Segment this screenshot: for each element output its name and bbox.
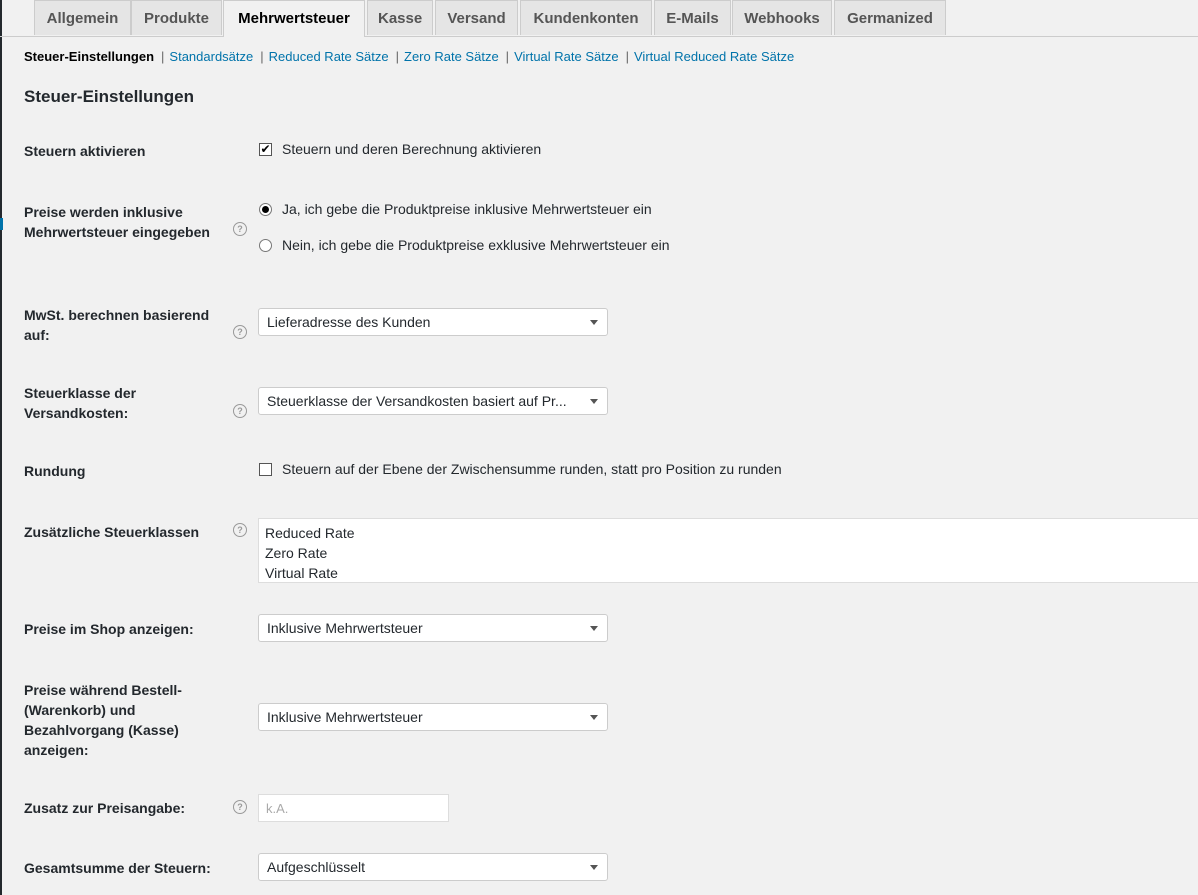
chevron-down-icon (590, 715, 598, 720)
help-icon[interactable]: ? (233, 222, 247, 236)
radio-prices-incl-label[interactable]: Ja, ich gebe die Produktpreise inklusive… (282, 201, 652, 217)
select-value: Lieferadresse des Kunden (267, 314, 431, 330)
subnav-separator: | (395, 49, 400, 64)
select-value: Aufgeschlüsselt (267, 859, 366, 875)
label-line: Preise während Bestell- (24, 682, 182, 698)
checkmark-icon: ✔ (260, 142, 271, 156)
label-line: MwSt. berechnen basierend (24, 307, 210, 323)
shipping-tax-class-label: Steuerklasse der Versandkosten: (24, 383, 136, 423)
price-suffix-label: Zusatz zur Preisangabe: (24, 800, 186, 816)
tab-germanized[interactable]: Germanized (834, 0, 946, 35)
help-icon[interactable]: ? (233, 325, 247, 339)
subnav-standard-rates[interactable]: Standardsätze (169, 49, 253, 64)
shipping-tax-class-select[interactable]: Steuerklasse der Versandkosten basiert a… (258, 387, 608, 415)
tax-total-display-label: Gesamtsumme der Steuern: (24, 860, 211, 876)
rounding-checkbox-label[interactable]: Steuern auf der Ebene der Zwischensumme … (282, 461, 782, 477)
tab-mehrwertsteuer[interactable]: Mehrwertsteuer (223, 0, 365, 37)
subnav-reduced-rates[interactable]: Reduced Rate Sätze (269, 49, 389, 64)
tax-based-on-label: MwSt. berechnen basierend auf: (24, 305, 209, 345)
label-line: Mehrwertsteuer eingegeben (24, 224, 210, 240)
subnav-current: Steuer-Einstellungen (24, 49, 155, 64)
chevron-down-icon (590, 865, 598, 870)
enable-taxes-checkbox[interactable]: ✔ (259, 143, 272, 156)
label-line: Steuerklasse der (24, 385, 137, 401)
label-line: anzeigen: (24, 742, 89, 758)
select-value: Steuerklasse der Versandkosten basiert a… (267, 393, 567, 409)
subnav-separator: | (260, 49, 264, 64)
subnav-zero-rates[interactable]: Zero Rate Sätze (404, 49, 499, 64)
display-shop-select[interactable]: Inklusive Mehrwertsteuer (258, 614, 608, 642)
tax-total-display-select[interactable]: Aufgeschlüsselt (258, 853, 608, 881)
tab-webhooks[interactable]: Webhooks (732, 0, 832, 35)
enable-taxes-checkbox-label[interactable]: Steuern und deren Berechnung aktivieren (282, 141, 541, 157)
help-icon[interactable]: ? (233, 404, 247, 418)
subnav-separator: | (505, 49, 510, 64)
tab-kasse[interactable]: Kasse (367, 0, 433, 35)
chevron-down-icon (590, 626, 598, 631)
select-value: Inklusive Mehrwertsteuer (267, 709, 423, 725)
help-icon[interactable]: ? (233, 523, 247, 537)
label-line: Versandkosten: (24, 405, 129, 421)
tab-allgemein[interactable]: Allgemein (34, 0, 131, 35)
display-cart-label: Preise während Bestell- (Warenkorb) und … (24, 680, 182, 760)
display-cart-select[interactable]: Inklusive Mehrwertsteuer (258, 703, 608, 731)
tab-versand[interactable]: Versand (435, 0, 518, 35)
subnav-virtual-rates[interactable]: Virtual Rate Sätze (514, 49, 619, 64)
enable-taxes-label: Steuern aktivieren (24, 143, 146, 159)
tab-produkte[interactable]: Produkte (131, 0, 222, 35)
label-line: (Warenkorb) und (24, 702, 136, 718)
select-value: Inklusive Mehrwertsteuer (267, 620, 423, 636)
prices-include-tax-label: Preise werden inklusive Mehrwertsteuer e… (24, 202, 210, 242)
settings-tabs: Allgemein Produkte Mehrwertsteuer Kasse … (0, 0, 1198, 37)
radio-prices-excl[interactable] (259, 239, 272, 252)
list-item: Virtual Rate (265, 565, 338, 581)
admin-sidebar-edge (0, 0, 2, 895)
additional-tax-classes-label: Zusätzliche Steuerklassen (24, 524, 200, 540)
admin-sidebar-marker (0, 218, 3, 230)
additional-tax-classes-textarea[interactable]: Reduced Rate Zero Rate Virtual Rate (258, 518, 1198, 583)
subnav-separator: | (625, 49, 629, 64)
tab-emails[interactable]: E-Mails (654, 0, 731, 35)
section-title: Steuer-Einstellungen (24, 87, 195, 106)
label-line: Bezahlvorgang (Kasse) (24, 722, 179, 738)
display-shop-label: Preise im Shop anzeigen: (24, 621, 194, 637)
label-line: Preise werden inklusive (24, 204, 183, 220)
help-icon[interactable]: ? (233, 800, 247, 814)
tab-kundenkonten[interactable]: Kundenkonten (520, 0, 652, 35)
chevron-down-icon (590, 320, 598, 325)
list-item: Reduced Rate (265, 525, 355, 541)
subnav-separator: | (161, 49, 165, 64)
rounding-checkbox[interactable] (259, 463, 272, 476)
list-item: Zero Rate (265, 545, 328, 561)
subsub-nav: Steuer-Einstellungen | Standardsätze | Reduc… (24, 49, 794, 64)
rounding-label: Rundung (24, 463, 86, 479)
subnav-virtual-reduced-rates[interactable]: Virtual Reduced Rate Sätze (634, 49, 794, 64)
price-suffix-input[interactable] (258, 794, 449, 822)
chevron-down-icon (590, 399, 598, 404)
radio-prices-incl[interactable] (259, 203, 272, 216)
tax-based-on-select[interactable]: Lieferadresse des Kunden (258, 308, 608, 336)
label-line: auf: (24, 327, 50, 343)
radio-prices-excl-label[interactable]: Nein, ich gebe die Produktpreise exklusi… (282, 237, 670, 253)
